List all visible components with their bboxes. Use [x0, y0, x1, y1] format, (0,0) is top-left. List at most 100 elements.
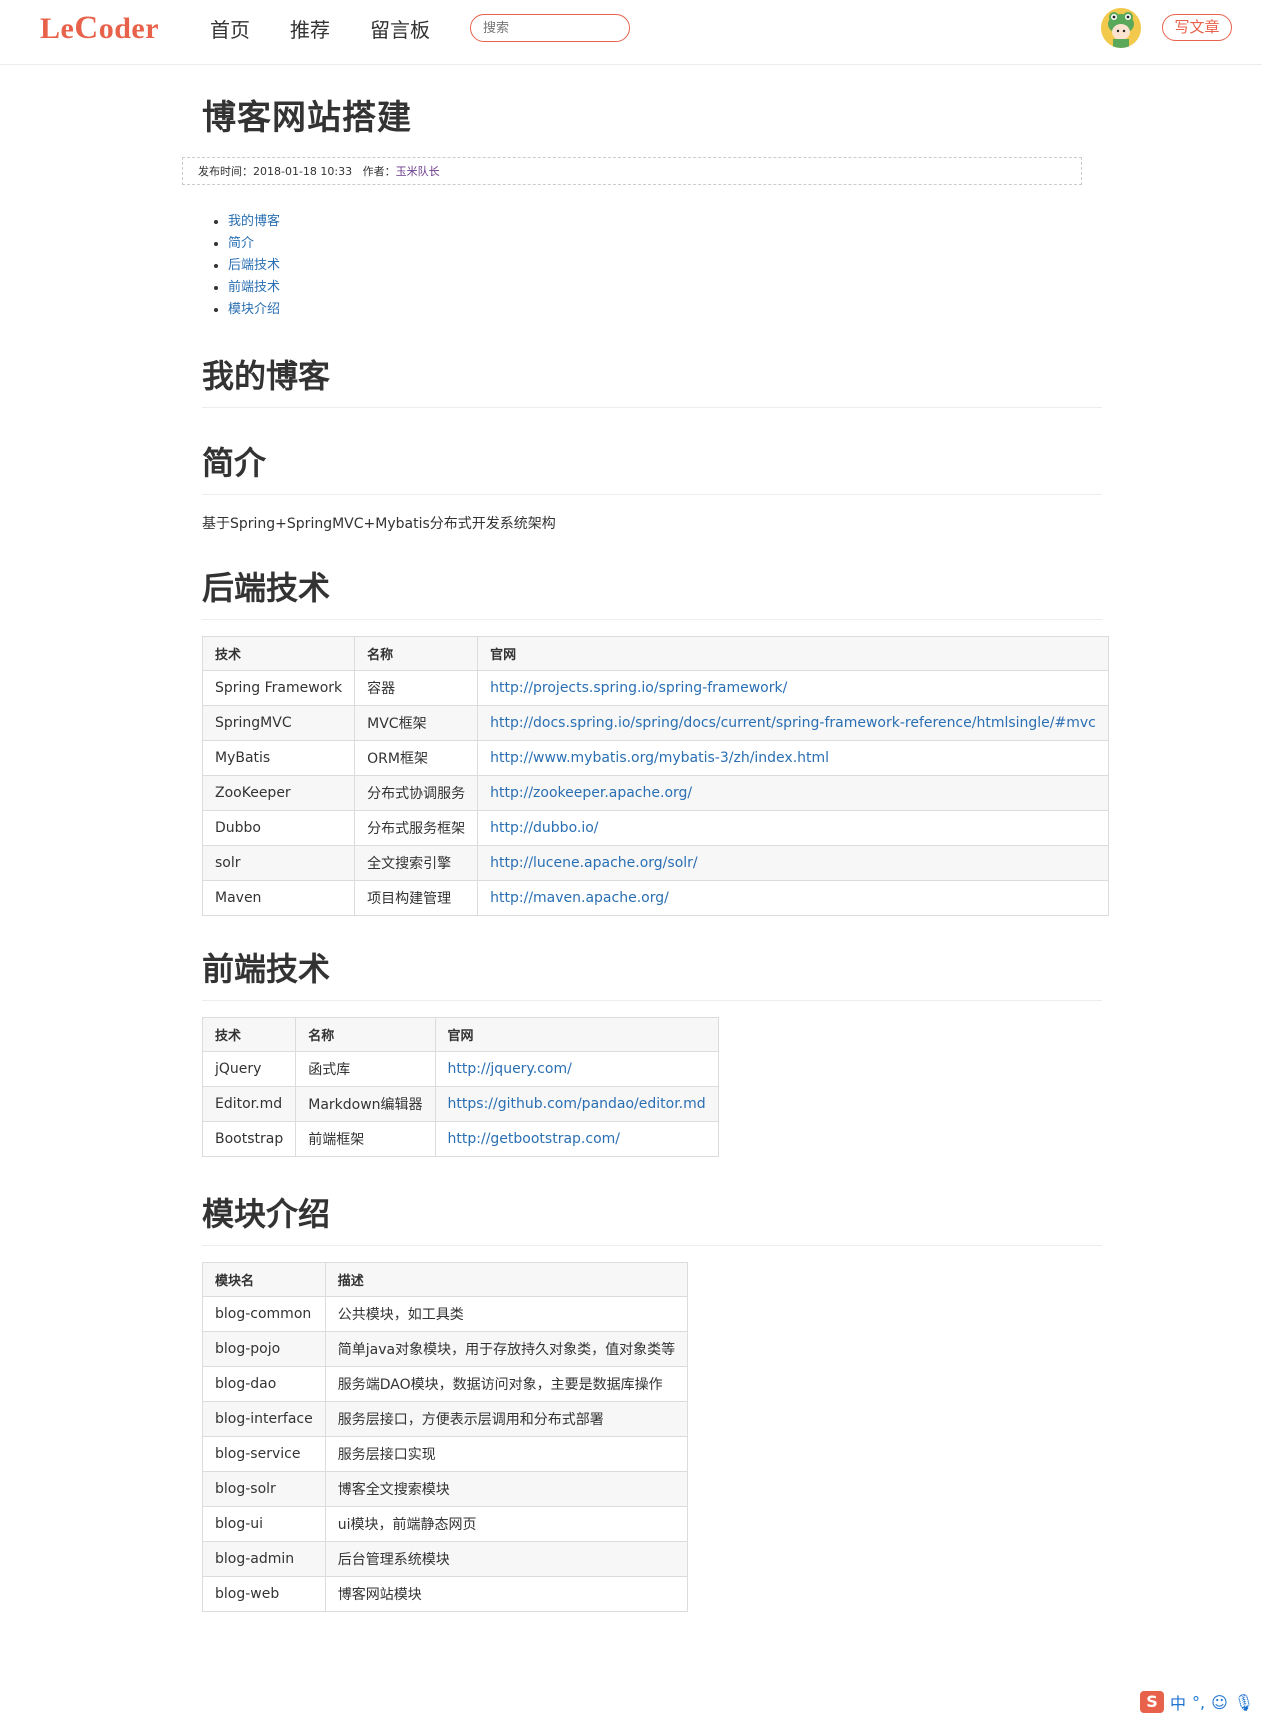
table-header-row: 技术 名称 官网 [201, 636, 1109, 671]
heading-modules: 模块介绍 [202, 1189, 1102, 1246]
table-row: blog-ui ui模块，前端静态网页 [202, 1506, 689, 1542]
col-header: 名称 [295, 1017, 436, 1052]
cell-module: blog-solr [202, 1471, 326, 1507]
toc-link-frontend[interactable]: 前端技术 [228, 280, 280, 295]
cell-desc: ui模块，前端静态网页 [324, 1506, 689, 1542]
url-link[interactable]: http://docs.spring.io/spring/docs/curren… [490, 715, 1096, 731]
ime-toolbar[interactable]: S 中 °, ☺ 🎙 [1140, 1690, 1254, 1714]
table-row: blog-dao 服务端DAO模块，数据访问对象，主要是数据库操作 [202, 1366, 689, 1402]
cell-name: 容器 [354, 670, 479, 706]
cell-tech: jQuery [201, 1051, 297, 1087]
cell-tech: Dubbo [201, 810, 356, 846]
table-header-row: 技术 名称 官网 [201, 1017, 719, 1052]
ime-logo-icon[interactable]: S [1140, 1691, 1164, 1713]
microphone-icon[interactable]: 🎙 [1234, 1693, 1254, 1712]
heading-frontend: 前端技术 [202, 944, 1102, 1001]
ime-mode[interactable]: 中 [1170, 1690, 1186, 1714]
cell-desc: 博客全文搜索模块 [324, 1471, 689, 1507]
logo-letter-l: L [40, 12, 61, 45]
cell-url: https://github.com/pandao/editor.md [434, 1086, 719, 1122]
nav-home[interactable]: 首页 [210, 14, 250, 43]
cell-tech: ZooKeeper [201, 775, 356, 811]
write-article-button[interactable]: 写文章 [1162, 14, 1232, 41]
cell-name: 分布式协调服务 [354, 775, 479, 811]
cell-desc: 博客网站模块 [324, 1576, 689, 1612]
cell-module: blog-admin [202, 1541, 326, 1577]
cell-module: blog-ui [202, 1506, 326, 1542]
cell-url: http://getbootstrap.com/ [434, 1121, 719, 1157]
toc-item: 我的博客 [228, 211, 1102, 233]
intro-text: 基于Spring+SpringMVC+Mybatis分布式开发系统架构 [202, 516, 556, 532]
col-header: 描述 [324, 1262, 689, 1297]
toc-link-blog[interactable]: 我的博客 [228, 214, 280, 229]
logo-text-oder: oder [98, 12, 160, 45]
toc-link-modules[interactable]: 模块介绍 [228, 302, 280, 317]
cell-desc: 服务端DAO模块，数据访问对象，主要是数据库操作 [324, 1366, 689, 1402]
cell-desc: 服务层接口实现 [324, 1436, 689, 1472]
cell-module: blog-interface [202, 1401, 326, 1437]
table-row: jQuery 函式库 http://jquery.com/ [201, 1051, 719, 1087]
url-link[interactable]: http://lucene.apache.org/solr/ [490, 855, 697, 871]
frontend-table: 技术 名称 官网 jQuery 函式库 http://jquery.com/ Edi… [201, 1017, 719, 1157]
cell-module: blog-pojo [202, 1331, 326, 1367]
emoji-icon[interactable]: ☺ [1211, 1693, 1228, 1712]
cell-name: 项目构建管理 [354, 880, 479, 916]
table-row: blog-common 公共模块，如工具类 [202, 1296, 689, 1332]
url-link[interactable]: http://maven.apache.org/ [490, 890, 669, 906]
avatar[interactable] [1101, 8, 1141, 48]
backend-table: 技术 名称 官网 Spring Framework 容器 http://projec… [201, 636, 1109, 916]
cell-tech: MyBatis [201, 740, 356, 776]
table-row: solr 全文搜索引擎 http://lucene.apache.org/solr/ [201, 845, 1109, 881]
cell-desc: 服务层接口，方便表示层调用和分布式部署 [324, 1401, 689, 1437]
toc-item: 后端技术 [228, 255, 1102, 277]
meta-author-link[interactable]: 玉米队长 [396, 165, 440, 178]
table-row: blog-solr 博客全文搜索模块 [202, 1471, 689, 1507]
frog-avatar-icon [1101, 8, 1141, 48]
search-input[interactable] [470, 14, 630, 42]
cell-desc: 公共模块，如工具类 [324, 1296, 689, 1332]
nav-guestbook[interactable]: 留言板 [370, 14, 430, 43]
cell-module: blog-web [202, 1576, 326, 1612]
cell-tech: Bootstrap [201, 1121, 297, 1157]
ime-punct[interactable]: °, [1192, 1693, 1205, 1712]
table-row: Bootstrap 前端框架 http://getbootstrap.com/ [201, 1121, 719, 1157]
col-header: 技术 [201, 1017, 297, 1052]
cell-url: http://projects.spring.io/spring-framewo… [477, 670, 1109, 706]
col-header: 模块名 [202, 1262, 326, 1297]
url-link[interactable]: http://zookeeper.apache.org/ [490, 785, 692, 801]
main-nav: 首页 推荐 留言板 [210, 14, 430, 43]
table-row: Maven 项目构建管理 http://maven.apache.org/ [201, 880, 1109, 916]
url-link[interactable]: http://projects.spring.io/spring-framewo… [490, 680, 787, 696]
cell-url: http://maven.apache.org/ [477, 880, 1109, 916]
cell-url: http://docs.spring.io/spring/docs/curren… [477, 705, 1109, 741]
url-link[interactable]: http://dubbo.io/ [490, 820, 598, 836]
heading-intro: 简介 [202, 438, 1102, 495]
table-row: blog-interface 服务层接口，方便表示层调用和分布式部署 [202, 1401, 689, 1437]
cell-tech: Spring Framework [201, 670, 356, 706]
cell-name: 分布式服务框架 [354, 810, 479, 846]
url-link[interactable]: http://jquery.com/ [448, 1061, 572, 1077]
cell-name: 前端框架 [295, 1121, 436, 1157]
cell-url: http://zookeeper.apache.org/ [477, 775, 1109, 811]
cell-tech: solr [201, 845, 356, 881]
toc-link-backend[interactable]: 后端技术 [228, 258, 280, 273]
url-link[interactable]: http://www.mybatis.org/mybatis-3/zh/inde… [490, 750, 829, 766]
site-logo[interactable]: LeCoder [40, 10, 159, 47]
col-header: 官网 [434, 1017, 719, 1052]
meta-time-label: 发布时间： [198, 165, 253, 178]
cell-name: MVC框架 [354, 705, 479, 741]
cell-desc: 简单java对象模块，用于存放持久对象类，值对象类等 [324, 1331, 689, 1367]
table-row: blog-admin 后台管理系统模块 [202, 1541, 689, 1577]
url-link[interactable]: https://github.com/pandao/editor.md [448, 1096, 706, 1112]
toc-item: 模块介绍 [228, 299, 1102, 321]
heading-blog: 我的博客 [202, 351, 1102, 408]
cell-tech: Editor.md [201, 1086, 297, 1122]
cell-desc: 后台管理系统模块 [324, 1541, 689, 1577]
table-row: Dubbo 分布式服务框架 http://dubbo.io/ [201, 810, 1109, 846]
nav-recommend[interactable]: 推荐 [290, 14, 330, 43]
table-row: blog-pojo 简单java对象模块，用于存放持久对象类，值对象类等 [202, 1331, 689, 1367]
table-row: ZooKeeper 分布式协调服务 http://zookeeper.apache.… [201, 775, 1109, 811]
top-navbar: LeCoder 首页 推荐 留言板 写文章 [0, 0, 1262, 65]
toc-link-intro[interactable]: 简介 [228, 236, 254, 251]
url-link[interactable]: http://getbootstrap.com/ [448, 1131, 620, 1147]
